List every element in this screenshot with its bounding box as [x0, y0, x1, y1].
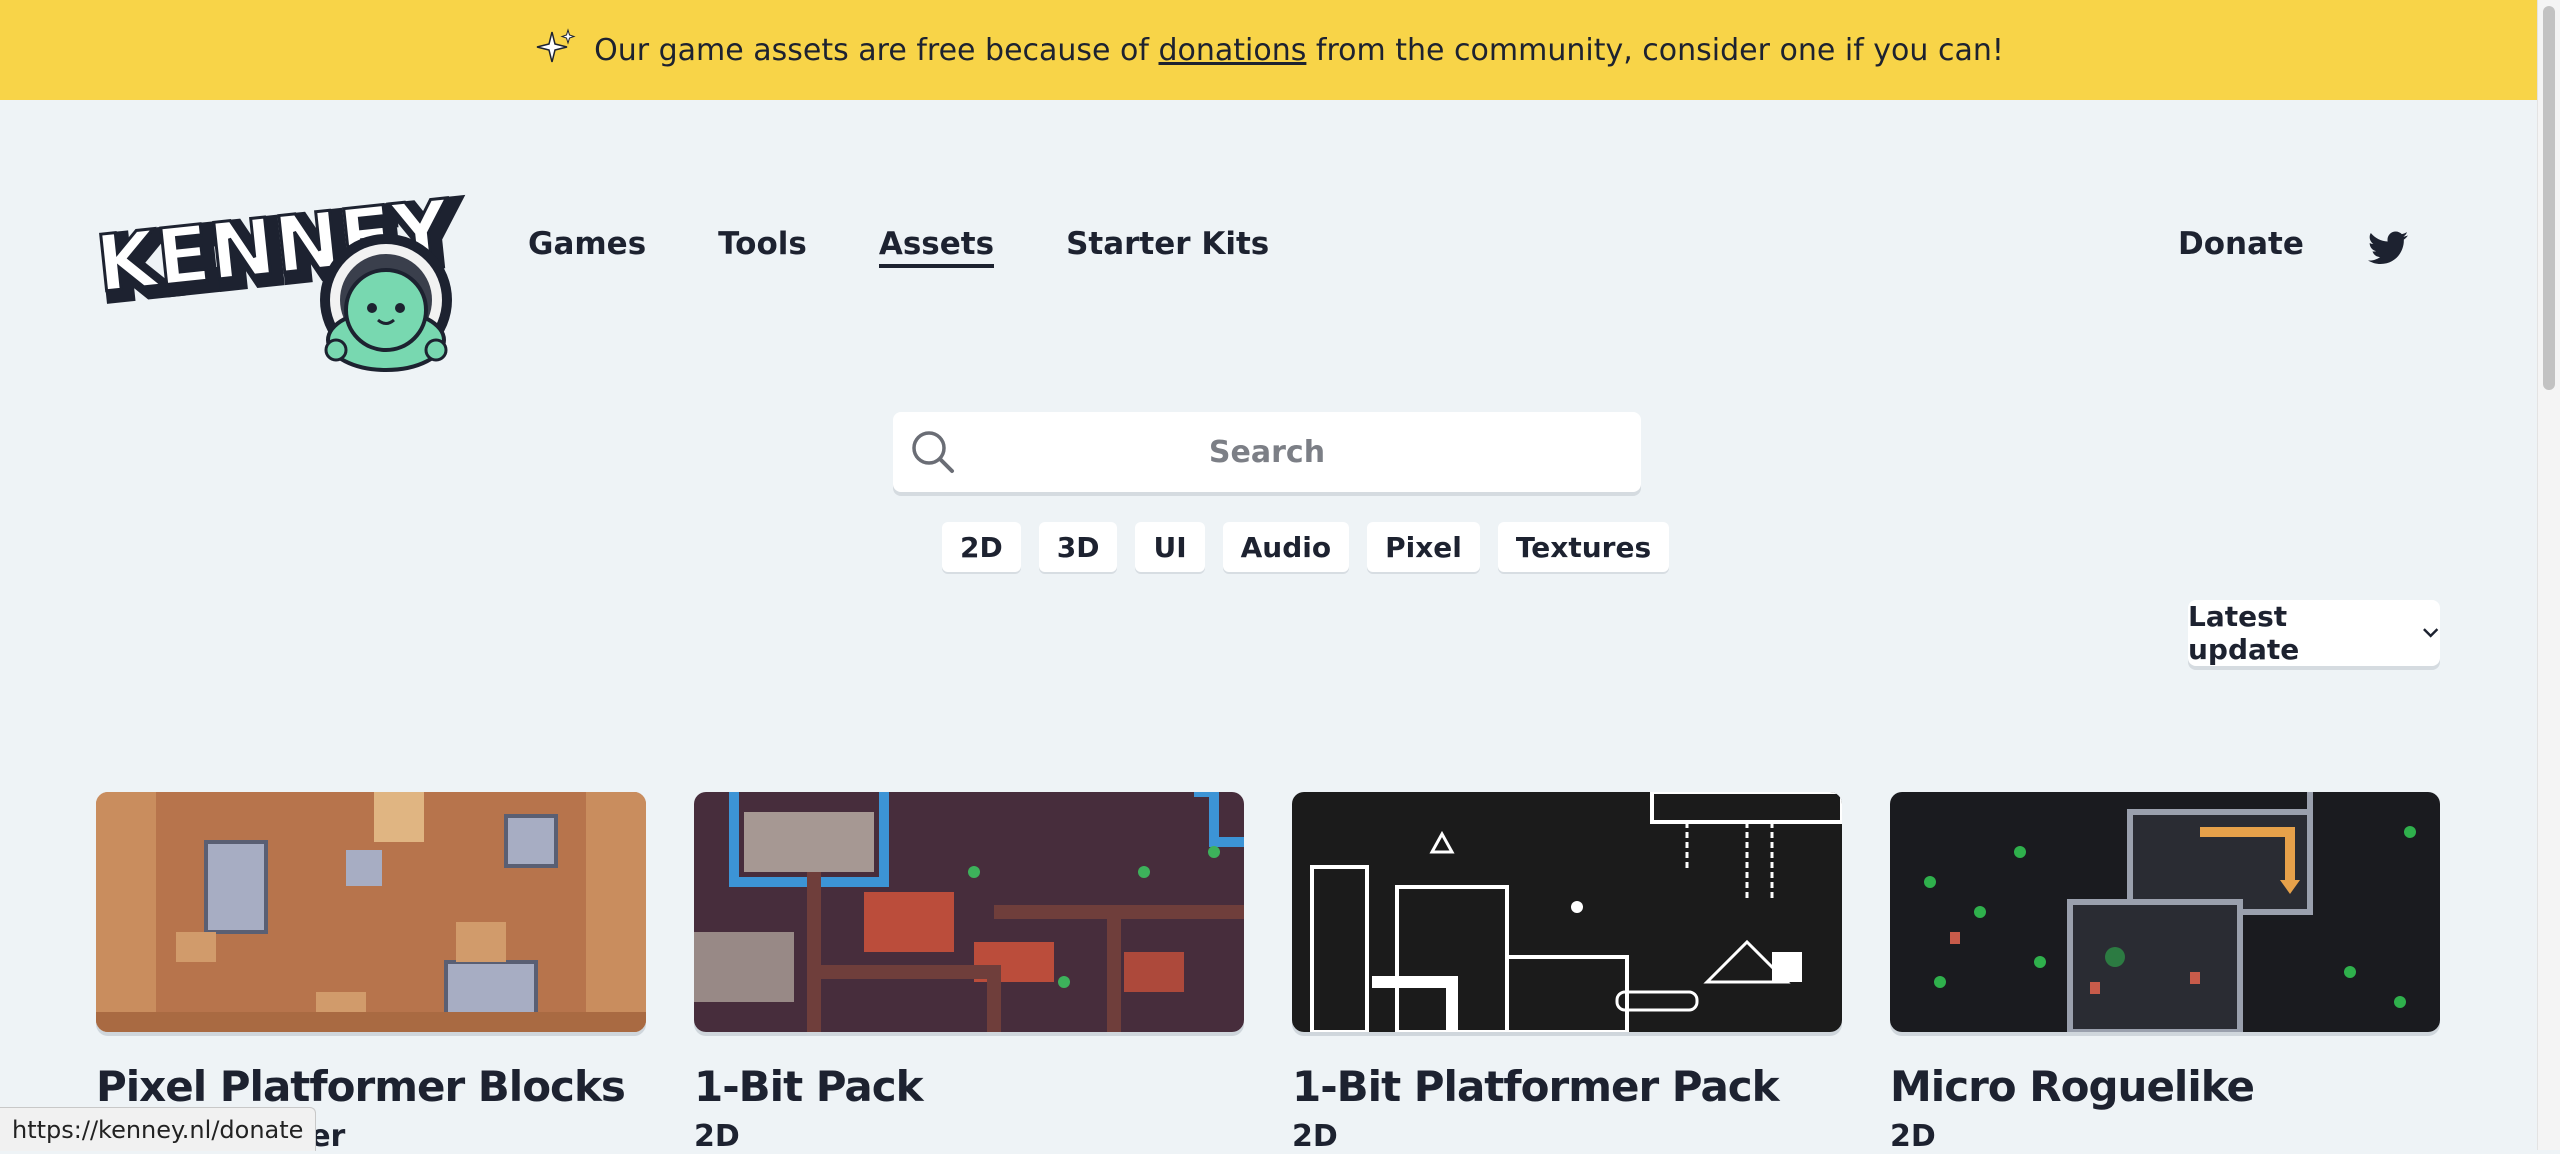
main-nav: Games Tools Assets Starter Kits: [528, 226, 1269, 268]
nav-item-games[interactable]: Games: [528, 226, 646, 268]
nav-item-starter-kits[interactable]: Starter Kits: [1066, 226, 1269, 268]
tag-audio[interactable]: Audio: [1222, 522, 1350, 572]
scrollbar-thumb[interactable]: [2543, 6, 2555, 390]
1-bit-platformer-pack-preview: [1292, 792, 1842, 1032]
status-bar-url: https://kenney.nl/donate: [0, 1107, 317, 1151]
asset-card[interactable]: Micro Roguelike 2D: [1890, 792, 2440, 1154]
asset-title[interactable]: Pixel Platformer Blocks: [96, 1062, 646, 1111]
nav-item-assets[interactable]: Assets: [878, 226, 995, 268]
search-box: [893, 411, 1641, 493]
twitter-icon[interactable]: [2368, 230, 2408, 266]
tag-ui[interactable]: UI: [1135, 522, 1205, 572]
tag-3d[interactable]: 3D: [1038, 522, 1118, 572]
banner-text-after: from the community, consider one if you …: [1306, 32, 2004, 68]
search-input[interactable]: [893, 411, 1641, 493]
sort-dropdown[interactable]: Latest update: [2188, 600, 2440, 666]
asset-title[interactable]: 1-Bit Pack: [694, 1062, 1244, 1111]
kenney-logo-mark: KENNEY KENNEY: [91, 182, 469, 372]
1-bit-pack-preview: [694, 792, 1244, 1032]
asset-title[interactable]: Micro Roguelike: [1890, 1062, 2440, 1111]
tag-textures[interactable]: Textures: [1497, 522, 1670, 572]
asset-thumbnail[interactable]: [96, 792, 646, 1032]
asset-category: 2D: [694, 1119, 740, 1154]
category-tags: 2D 3D UI Audio Pixel Textures: [942, 522, 1670, 572]
page-scrollbar[interactable]: [2537, 0, 2560, 1150]
asset-card[interactable]: 1-Bit Pack 2D: [694, 792, 1244, 1154]
asset-thumbnail[interactable]: [1292, 792, 1842, 1032]
chevron-down-icon: [2422, 628, 2438, 638]
donations-link[interactable]: donations: [1159, 33, 1307, 68]
sort-selected: Latest update: [2188, 600, 2300, 666]
asset-title[interactable]: 1-Bit Platformer Pack: [1292, 1062, 1842, 1111]
sparkle-icon: [536, 28, 576, 63]
search-icon: [912, 431, 954, 473]
asset-card[interactable]: Pixel Platformer Blocks 2D, Platformer: [96, 792, 646, 1154]
banner-text-before: Our game assets are free because of: [594, 32, 1159, 68]
kenney-logo[interactable]: KENNEY KENNEY: [91, 182, 476, 380]
asset-category: 2D: [1890, 1119, 1936, 1154]
asset-category: 2D: [1292, 1119, 1338, 1154]
tag-2d[interactable]: 2D: [942, 522, 1021, 572]
pixel-platformer-blocks-preview: [96, 792, 646, 1032]
donate-link[interactable]: Donate: [2178, 226, 2304, 262]
asset-card[interactable]: 1-Bit Platformer Pack 2D: [1292, 792, 1842, 1154]
asset-thumbnail[interactable]: [1890, 792, 2440, 1032]
donation-banner: Our game assets are free because of dona…: [0, 0, 2538, 100]
micro-roguelike-preview: [1890, 792, 2440, 1032]
asset-thumbnail[interactable]: [694, 792, 1244, 1032]
nav-item-tools[interactable]: Tools: [718, 226, 807, 268]
tag-pixel[interactable]: Pixel: [1367, 522, 1480, 572]
